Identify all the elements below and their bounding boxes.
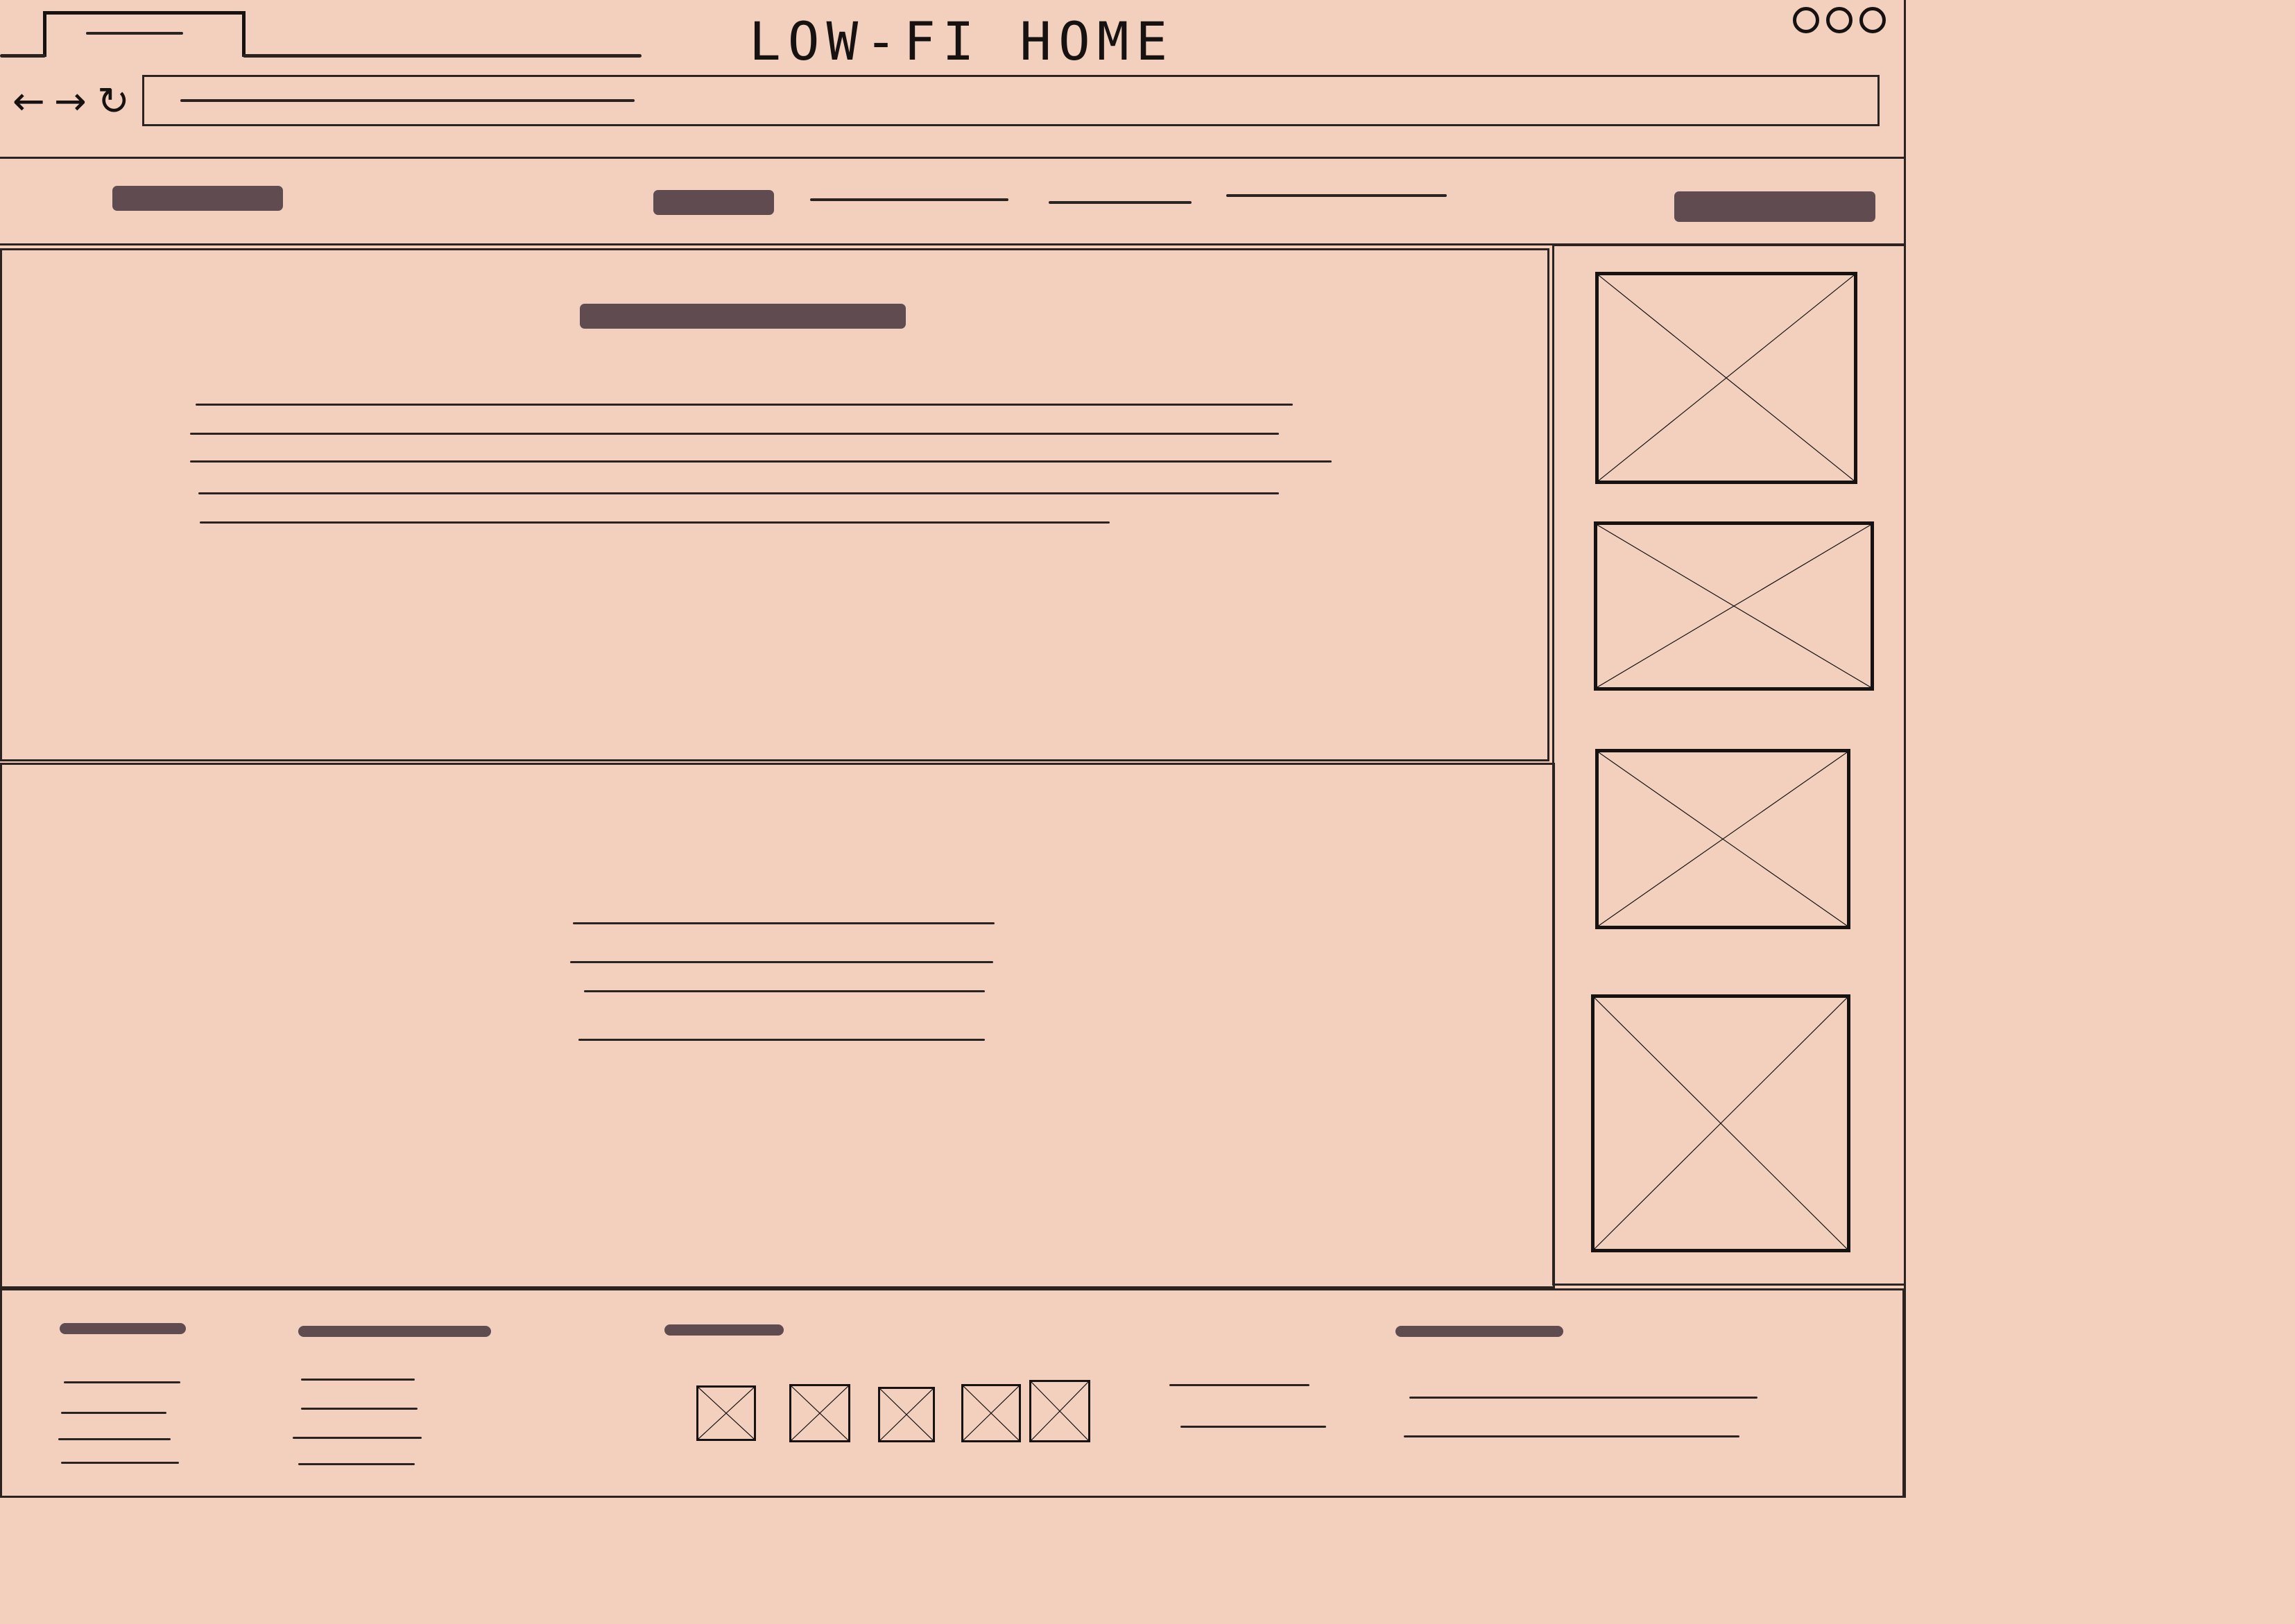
- window-dot-icon[interactable]: [1826, 7, 1853, 33]
- site-header: [0, 157, 1906, 245]
- social-icon-placeholder[interactable]: [878, 1387, 935, 1442]
- footer-link-line[interactable]: [1404, 1435, 1739, 1437]
- hero-text-line: [198, 492, 1279, 494]
- social-icon-placeholder[interactable]: [1029, 1380, 1090, 1442]
- reload-icon[interactable]: ↻: [97, 78, 139, 126]
- content-text-line: [570, 961, 993, 963]
- footer-link-line[interactable]: [58, 1438, 171, 1440]
- nav-link-active-placeholder[interactable]: [653, 190, 774, 215]
- footer-heading-placeholder: [60, 1323, 186, 1334]
- image-placeholder-icon[interactable]: [1595, 272, 1857, 484]
- content-text-line: [578, 1039, 985, 1041]
- forward-arrow-icon[interactable]: →: [54, 78, 96, 126]
- window-dot-icon[interactable]: [1859, 7, 1886, 33]
- footer-link-line[interactable]: [1169, 1384, 1309, 1386]
- window-controls: [1793, 7, 1897, 37]
- address-text-line: [180, 99, 635, 102]
- footer-heading-placeholder: [1395, 1326, 1563, 1337]
- nav-link-placeholder[interactable]: [810, 198, 1008, 201]
- image-placeholder-icon[interactable]: [1591, 994, 1850, 1252]
- footer: [0, 1288, 1905, 1498]
- window-title: LOW-FI HOME: [749, 10, 1175, 72]
- content-text-line: [573, 922, 995, 924]
- window-dot-icon[interactable]: [1793, 7, 1819, 33]
- social-icon-placeholder[interactable]: [961, 1384, 1021, 1442]
- footer-heading-placeholder: [298, 1326, 491, 1337]
- tab-baseline-right: [243, 54, 642, 58]
- hero-text-line: [200, 521, 1110, 524]
- social-icon-placeholder[interactable]: [696, 1385, 756, 1441]
- footer-link-line[interactable]: [1409, 1397, 1757, 1399]
- social-icon-placeholder[interactable]: [789, 1384, 850, 1442]
- footer-heading-placeholder: [664, 1324, 784, 1336]
- footer-link-line[interactable]: [61, 1412, 166, 1414]
- tab-baseline-left: [0, 54, 46, 58]
- tab-label-line: [86, 32, 183, 35]
- hero-heading-placeholder: [580, 304, 906, 329]
- footer-link-line[interactable]: [64, 1381, 180, 1383]
- back-arrow-icon[interactable]: ←: [12, 78, 54, 126]
- nav-link-placeholder[interactable]: [1049, 201, 1192, 204]
- footer-link-line[interactable]: [298, 1463, 415, 1465]
- footer-link-line[interactable]: [301, 1408, 418, 1410]
- footer-link-line[interactable]: [1180, 1426, 1326, 1428]
- hero-text-line: [190, 460, 1332, 463]
- header-action-placeholder[interactable]: [1674, 191, 1875, 222]
- nav-link-placeholder[interactable]: [1226, 194, 1447, 197]
- hero-text-line: [196, 404, 1293, 406]
- site-logo-placeholder[interactable]: [112, 186, 283, 211]
- footer-link-line[interactable]: [293, 1437, 422, 1439]
- image-placeholder-icon[interactable]: [1595, 749, 1850, 929]
- footer-link-line[interactable]: [301, 1379, 415, 1381]
- content-text-line: [584, 990, 985, 992]
- content-section: [0, 763, 1555, 1288]
- image-placeholder-icon[interactable]: [1594, 521, 1874, 691]
- footer-link-line[interactable]: [61, 1462, 179, 1464]
- hero-text-line: [190, 433, 1279, 435]
